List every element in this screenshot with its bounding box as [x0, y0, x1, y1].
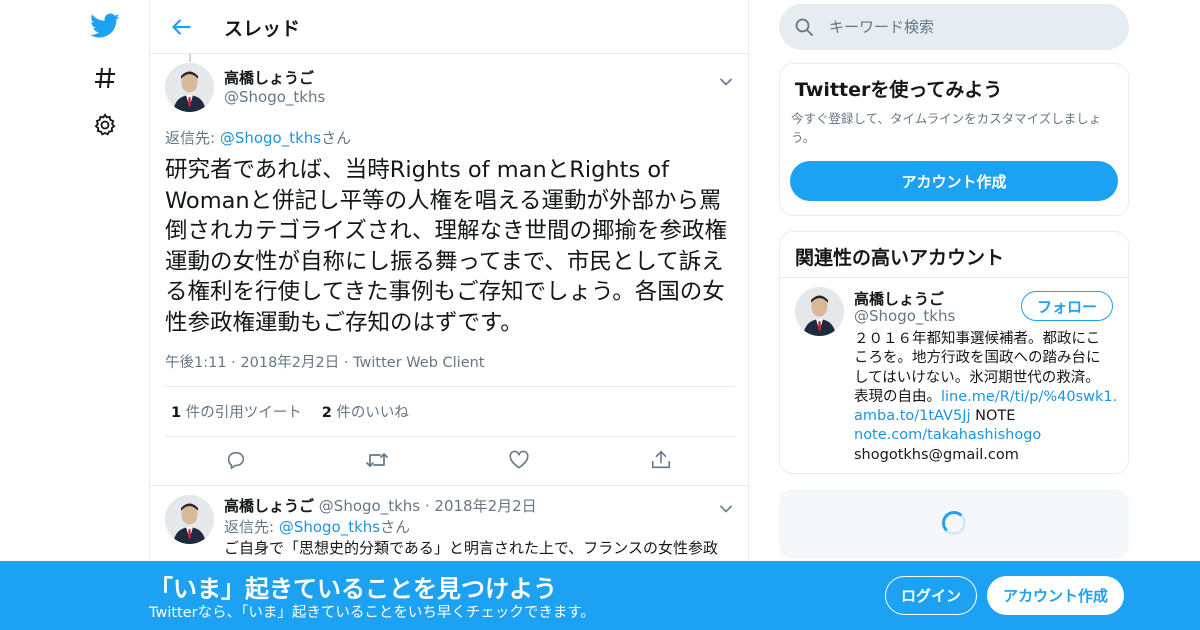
- tweet-stats: 1 件の引用ツイート 2 件のいいね: [171, 401, 409, 422]
- tweet-date[interactable]: 2018年2月2日: [434, 497, 536, 515]
- signup-card-description: 今すぐ登録して、タイムラインをカスタマイズしましょう。: [791, 111, 1102, 145]
- tweet-text: ご自身で「思想史的分類である」と明言された上で、フランスの女性参政: [224, 539, 718, 557]
- twitter-bird-icon[interactable]: [90, 11, 120, 41]
- chevron-down-icon[interactable]: [719, 72, 733, 86]
- reply-to-suffix: さん: [321, 129, 352, 147]
- create-account-button[interactable]: アカウント作成: [790, 161, 1118, 201]
- tweet-text: 研究者であれば、当時Rights of manとRights of Womanと…: [165, 157, 728, 336]
- reply-to-suffix: さん: [380, 518, 411, 536]
- related-card-title: 関連性の高いアカウント: [795, 247, 1005, 269]
- signup-card-title: Twitterを使ってみよう: [795, 79, 1003, 101]
- like-stat[interactable]: 2 件のいいね: [322, 401, 409, 422]
- reply-to-handle-link[interactable]: @Shogo_tkhs: [279, 518, 380, 536]
- chevron-down-icon[interactable]: [719, 499, 733, 513]
- page-title: スレッド: [224, 18, 301, 40]
- author-handle[interactable]: @Shogo_tkhs: [319, 497, 420, 515]
- main-column: スレッド 高橋しょうご @Shogo_tkhs 返信先: @Shogo_tkhs…: [149, 0, 749, 630]
- bio-link-note[interactable]: note.com/takahashishogo: [854, 427, 1041, 443]
- bio-line: ２０１６年都知事選候補者。都政にこ: [854, 331, 1101, 347]
- quote-stat[interactable]: 1 件の引用ツイート: [171, 401, 302, 422]
- bottom-banner: 「いま」起きていることを見つけよう Twitterなら、「いま」起きていることを…: [0, 561, 1200, 630]
- back-arrow-icon[interactable]: [168, 14, 194, 40]
- bio-line: 表現の自由。line.me/R/ti/p/%40swk1...: [854, 388, 1116, 407]
- search-icon: [794, 17, 814, 37]
- related-accounts-card: 関連性の高いアカウント 高橋しょうご @Shogo_tkhs フォロー ２０１６…: [779, 231, 1129, 474]
- reply-to-line: 返信先: @Shogo_tkhsさん: [165, 127, 351, 148]
- signup-button[interactable]: アカウント作成: [987, 576, 1124, 615]
- search-box[interactable]: [779, 4, 1129, 50]
- loading-spinner-icon: [942, 511, 966, 535]
- like-icon[interactable]: [508, 449, 532, 473]
- search-input[interactable]: [829, 16, 1109, 38]
- reply-to-prefix: 返信先:: [224, 518, 279, 536]
- quote-label: 件の引用ツイート: [185, 405, 302, 421]
- related-account-name[interactable]: 高橋しょうご: [854, 288, 944, 309]
- author-name[interactable]: 高橋しょうご: [224, 497, 314, 515]
- tweet-source: Twitter Web Client: [353, 355, 485, 371]
- bio-text: 表現の自由。: [854, 388, 941, 405]
- divider: [165, 436, 735, 437]
- divider: [780, 277, 1128, 278]
- banner-title: 「いま」起きていることを見つけよう: [149, 575, 557, 603]
- retweet-icon[interactable]: [365, 449, 389, 473]
- login-button[interactable]: ログイン: [885, 576, 977, 615]
- reply-to-line: 返信先: @Shogo_tkhsさん: [224, 516, 410, 537]
- avatar[interactable]: [165, 495, 214, 544]
- author-handle[interactable]: @Shogo_tkhs: [224, 88, 325, 106]
- banner-subtitle: Twitterなら、「いま」起きていることをいち早くチェックできます。: [149, 605, 595, 621]
- avatar[interactable]: [165, 63, 214, 112]
- follow-button[interactable]: フォロー: [1021, 291, 1113, 321]
- reply-tweet-header: 高橋しょうご @Shogo_tkhs · 2018年2月2日: [224, 497, 537, 515]
- share-icon[interactable]: [650, 449, 674, 473]
- bio-link-line[interactable]: line.me/R/ti/p/%40swk1...: [941, 389, 1116, 405]
- like-count: 2: [321, 405, 332, 421]
- avatar[interactable]: [795, 287, 844, 336]
- bio-line: amba.to/1tAV5Jj NOTE: [854, 407, 1116, 426]
- reply-to-handle-link[interactable]: @Shogo_tkhs: [220, 129, 321, 147]
- loading-card: [779, 489, 1129, 559]
- bio-link-ameba[interactable]: amba.to/1tAV5Jj: [854, 408, 971, 424]
- divider: [165, 386, 735, 387]
- bio-email: shogotkhs@gmail.com: [854, 446, 1019, 463]
- left-nav: [80, 0, 130, 630]
- author-name[interactable]: 高橋しょうご: [224, 67, 314, 88]
- related-account-bio: ２０１６年都知事選候補者。都政にこ ころを。地方行政を国政への踏み台に してはい…: [854, 330, 1116, 465]
- like-label: 件のいいね: [336, 405, 409, 421]
- tweet-date[interactable]: 2018年2月2日: [240, 355, 339, 371]
- thread-header: スレッド: [150, 0, 748, 54]
- bio-line: してはいけない。氷河期世代の救済。: [854, 369, 1100, 386]
- main-tweet: 高橋しょうご @Shogo_tkhs 返信先: @Shogo_tkhsさん 研究…: [150, 54, 748, 486]
- bio-note-text: NOTE: [970, 408, 1016, 425]
- reply-icon[interactable]: [225, 449, 249, 473]
- bio-line: note.com/takahashishogo: [854, 426, 1116, 445]
- tweet-time[interactable]: 午後1:11: [165, 355, 227, 371]
- quote-count: 1: [171, 405, 182, 421]
- bio-line: ころを。地方行政を国政への踏み台に: [854, 350, 1101, 367]
- gear-icon[interactable]: [90, 110, 120, 140]
- tweet-meta: 午後1:11 · 2018年2月2日 · Twitter Web Client: [165, 355, 485, 371]
- reply-to-prefix: 返信先:: [165, 129, 220, 147]
- hashtag-icon[interactable]: [90, 63, 120, 93]
- related-account-handle[interactable]: @Shogo_tkhs: [854, 307, 955, 325]
- signup-card: Twitterを使ってみよう 今すぐ登録して、タイムラインをカスタマイズしましょ…: [779, 63, 1129, 216]
